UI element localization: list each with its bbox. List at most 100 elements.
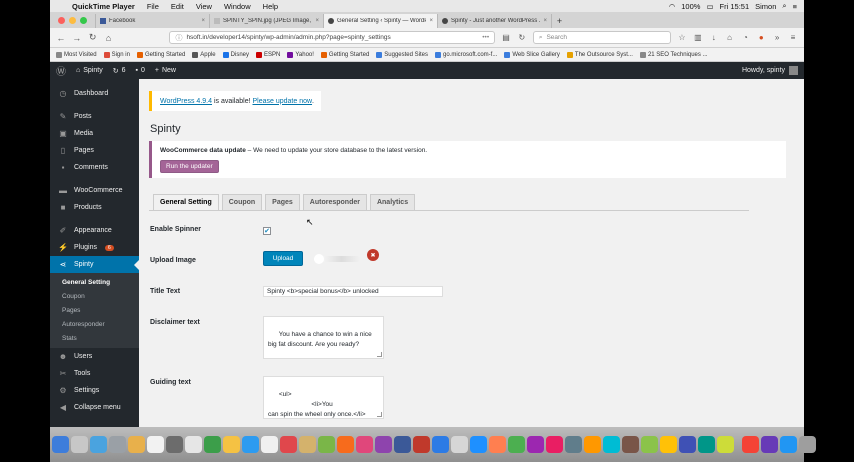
menu-view[interactable]: View — [190, 2, 218, 11]
bookmark-item[interactable]: Getting Started — [136, 51, 185, 58]
dock-app-icon[interactable] — [223, 436, 240, 453]
download-icon[interactable]: ↓ — [709, 33, 719, 42]
bookmark-item[interactable]: ESPN — [256, 51, 280, 58]
sidebar-item-posts[interactable]: ✎ Posts — [50, 108, 139, 125]
bookmark-item[interactable]: Apple — [192, 51, 216, 58]
dock-app-icon[interactable] — [413, 436, 430, 453]
minimize-window-icon[interactable] — [69, 16, 76, 24]
dock-app-icon[interactable] — [698, 436, 715, 453]
updates-link[interactable]: ↻ 6 — [113, 67, 126, 75]
search-bar[interactable]: ⌕ Search — [532, 31, 672, 44]
url-text[interactable]: hsoft.in/developer14/spinty/wp-admin/adm… — [186, 34, 482, 41]
dock-app-icon[interactable] — [375, 436, 392, 453]
site-name-link[interactable]: ⌂ Spinty — [76, 67, 103, 74]
dock-app-icon[interactable] — [761, 436, 778, 453]
sidebar-item-pages[interactable]: ▯ Pages — [50, 142, 139, 159]
reload-page-icon[interactable]: ↻ — [517, 33, 527, 42]
tab-pages[interactable]: Pages — [265, 194, 300, 211]
bookmark-item[interactable]: Suggested Sites — [376, 51, 428, 58]
my-account[interactable]: Howdy, spinty — [742, 66, 798, 75]
guiding-textarea[interactable]: <ul> <li>You can spin the wheel only onc… — [263, 376, 384, 419]
resize-handle-icon[interactable] — [377, 412, 382, 417]
close-tab-icon[interactable]: × — [429, 18, 433, 24]
menu-app-name[interactable]: QuickTime Player — [66, 2, 141, 11]
menu-help[interactable]: Help — [257, 2, 284, 11]
new-content-link[interactable]: + New — [155, 67, 176, 74]
close-window-icon[interactable] — [58, 16, 65, 24]
dock-app-icon[interactable] — [641, 436, 658, 453]
dock-app-icon[interactable] — [717, 436, 734, 453]
sidebar-item-spinty[interactable]: ⋖ Spinty — [50, 256, 139, 273]
bookmark-item[interactable]: 21 SEO Techniques ... — [639, 51, 708, 58]
home-button-icon[interactable]: ⌂ — [725, 33, 735, 42]
dock-app-icon[interactable] — [261, 436, 278, 453]
dock-app-icon[interactable] — [603, 436, 620, 453]
menu-file[interactable]: File — [141, 2, 165, 11]
overflow-menu-icon[interactable]: » — [772, 33, 782, 42]
sidebar-item-plugins[interactable]: ⚡ Plugins 6 — [50, 239, 139, 256]
dock-app-icon[interactable] — [356, 436, 373, 453]
close-tab-icon[interactable]: × — [201, 18, 205, 24]
browser-tab[interactable]: SPINTY_SPIN.jpg (JPEG Image, 1... × — [209, 14, 323, 28]
dock-app-icon[interactable] — [799, 436, 816, 453]
dock-app-icon[interactable] — [90, 436, 107, 453]
user-name[interactable]: Simon — [752, 2, 779, 11]
submenu-stats[interactable]: Stats — [50, 331, 139, 345]
bookmark-item[interactable]: Most Visited — [56, 51, 97, 58]
url-bar[interactable]: ⓘ hsoft.in/developer14/spinty/wp-admin/a… — [169, 31, 496, 44]
bookmark-item[interactable]: The Outsource Syst... — [566, 51, 633, 58]
submenu-pages[interactable]: Pages — [50, 303, 139, 317]
tab-general-setting[interactable]: General Setting — [153, 194, 219, 211]
maximize-window-icon[interactable] — [80, 16, 87, 24]
sidebar-item-dashboard[interactable]: ◷ Dashboard — [50, 85, 139, 102]
run-updater-button[interactable]: Run the updater — [160, 160, 219, 173]
search-icon[interactable]: ⌕ — [779, 1, 789, 11]
sidebar-item-woocommerce[interactable]: ▬ WooCommerce — [50, 182, 139, 199]
dock-app-icon[interactable] — [242, 436, 259, 453]
disclaimer-textarea[interactable]: You have a chance to win a nice big fat … — [263, 316, 384, 359]
library-icon[interactable]: ▥ — [693, 33, 703, 42]
dock-app-icon[interactable] — [318, 436, 335, 453]
dock-app-icon[interactable] — [660, 436, 677, 453]
bookmark-item[interactable]: Disney — [222, 51, 249, 58]
dock-app-icon[interactable] — [489, 436, 506, 453]
sidebar-item-media[interactable]: ▣ Media — [50, 125, 139, 142]
star-icon[interactable]: ☆ — [677, 33, 687, 42]
close-tab-icon[interactable]: × — [543, 18, 547, 24]
dock-app-icon[interactable] — [622, 436, 639, 453]
dock-app-icon[interactable] — [780, 436, 797, 453]
dock-app-icon[interactable] — [394, 436, 411, 453]
dock-app-icon[interactable] — [432, 436, 449, 453]
hamburger-menu-icon[interactable]: ≡ — [788, 33, 798, 42]
enable-spinner-checkbox[interactable]: ✔ — [263, 227, 271, 235]
page-actions-icon[interactable]: ••• — [482, 34, 489, 41]
menu-edit[interactable]: Edit — [165, 2, 190, 11]
sidebar-item-products[interactable]: ■ Products — [50, 199, 139, 216]
tab-coupon[interactable]: Coupon — [221, 194, 263, 211]
upload-button[interactable]: Upload — [263, 251, 303, 266]
bookmark-item[interactable]: go.microsoft.com-f... — [434, 51, 497, 58]
dock-app-icon[interactable] — [147, 436, 164, 453]
extension-icon[interactable]: ● — [756, 33, 766, 42]
close-tab-icon[interactable]: × — [315, 18, 319, 24]
new-tab-button[interactable]: + — [551, 14, 567, 28]
resize-handle-icon[interactable] — [377, 352, 382, 357]
battery-level[interactable]: 100% — [678, 2, 703, 11]
reader-icon[interactable]: ▤ — [501, 33, 511, 42]
sidebar-item-comments[interactable]: ▪ Comments — [50, 159, 139, 176]
browser-tab[interactable]: Facebook × — [95, 14, 209, 28]
battery-icon[interactable]: ▭ — [703, 2, 716, 11]
wifi-icon[interactable]: ◠ — [666, 2, 679, 11]
sidebar-item-collapse[interactable]: ◀ Collapse menu — [50, 399, 139, 416]
dock-app-icon[interactable] — [508, 436, 525, 453]
bookmark-item[interactable]: Sign in — [103, 51, 130, 58]
comments-link[interactable]: ▪ 0 — [135, 67, 144, 74]
dock-app-icon[interactable] — [52, 436, 69, 453]
dock-app-icon[interactable] — [527, 436, 544, 453]
submenu-coupon[interactable]: Coupon — [50, 289, 139, 303]
dock-app-icon[interactable] — [337, 436, 354, 453]
back-icon[interactable]: ← — [56, 33, 66, 43]
dock-app-icon[interactable] — [299, 436, 316, 453]
info-icon[interactable]: ⓘ — [175, 33, 182, 43]
tab-autoresponder[interactable]: Autoresponder — [302, 194, 367, 211]
